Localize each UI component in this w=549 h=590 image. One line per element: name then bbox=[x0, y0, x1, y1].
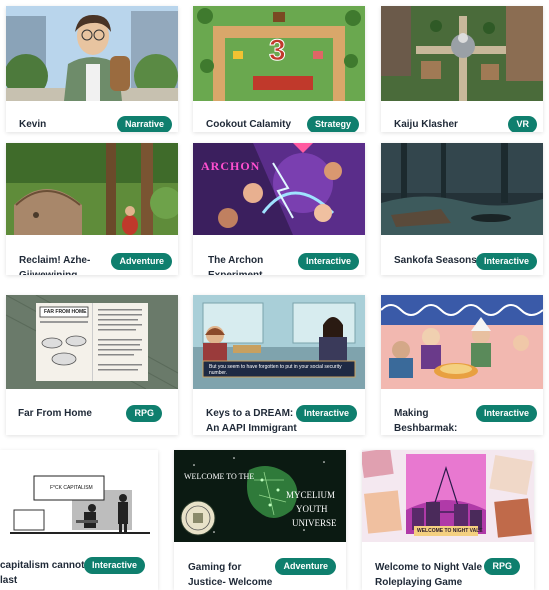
genre-badge[interactable]: Narrative bbox=[116, 116, 172, 132]
thumbnail-dialog-text: But you seem to have forgotten to put in… bbox=[209, 364, 342, 376]
game-title: Reclaim! Azhe- Giiwewining bbox=[19, 255, 91, 275]
genre-badge[interactable]: Interactive bbox=[475, 405, 537, 422]
thumbnail-logo-line-2: YOUTH bbox=[296, 504, 328, 514]
genre-label: Adventure bbox=[283, 561, 328, 571]
game-thumbnail: FAR FROM HOME bbox=[6, 295, 178, 389]
game-title: Kevin bbox=[19, 119, 47, 130]
thumbnail-logo-line-1: MYCELIUM bbox=[286, 490, 335, 500]
game-card-kevin[interactable]: Kevin Narrative bbox=[6, 6, 178, 132]
genre-label: Adventure bbox=[119, 256, 164, 266]
genre-label: RPG bbox=[492, 561, 512, 571]
thumbnail-sign: F*CK CAPITALISM bbox=[50, 485, 93, 491]
game-card-kaiju-klasher[interactable]: Kaiju Klasher VR bbox=[381, 6, 543, 132]
game-title: Welcome to Night Vale Roleplaying Game bbox=[375, 562, 483, 588]
game-thumbnail bbox=[6, 143, 178, 235]
game-thumbnail bbox=[381, 6, 543, 101]
game-title: Keys to a DREAM: An AAPI Immigrant bbox=[206, 408, 297, 434]
game-card-reclaim[interactable]: Reclaim! Azhe- Giiwewining Adventure bbox=[6, 143, 178, 275]
genre-badge[interactable]: Strategy bbox=[306, 116, 359, 132]
game-card-far-from-home[interactable]: FAR FROM HOME Far From Home RPG bbox=[6, 295, 178, 435]
genre-badge[interactable]: Adventure bbox=[111, 253, 172, 270]
game-card-sankofa-seasons[interactable]: Sankofa Seasons Interactive bbox=[381, 143, 543, 275]
game-thumbnail bbox=[381, 295, 543, 389]
game-thumbnail: But you seem to have forgotten to put in… bbox=[193, 295, 365, 389]
game-card-welcome-to-night-vale[interactable]: WELCOME TO NIGHT VALE Welcome to Night V… bbox=[362, 450, 534, 590]
genre-badge[interactable]: Interactive bbox=[295, 405, 357, 422]
genre-badge[interactable]: RPG bbox=[484, 558, 520, 575]
game-title: The Archon Experiment bbox=[208, 255, 264, 275]
genre-label: Strategy bbox=[314, 119, 351, 129]
game-thumbnail: 3 bbox=[193, 6, 365, 101]
game-card-gaming-for-justice[interactable]: WELCOME TO THE MYCELIUM YOUTH UNIVERSE G… bbox=[174, 450, 346, 590]
genre-badge[interactable]: RPG bbox=[126, 405, 162, 422]
game-card-archon-experiment[interactable]: ARCHON The Archon Experiment Interactive bbox=[193, 143, 365, 275]
genre-badge[interactable]: Interactive bbox=[297, 253, 359, 270]
game-title: Cookout Calamity bbox=[206, 119, 292, 130]
game-title: Making Beshbarmak: bbox=[394, 408, 458, 434]
game-card-capitalism-cannot-last[interactable]: F*CK CAPITALISM capitalism cannot last I… bbox=[0, 450, 158, 590]
genre-badge[interactable]: Interactive bbox=[83, 557, 145, 574]
genre-label: RPG bbox=[134, 408, 154, 418]
game-title: capitalism cannot last bbox=[0, 560, 85, 586]
game-thumbnail: WELCOME TO THE MYCELIUM YOUTH UNIVERSE bbox=[174, 450, 346, 542]
genre-label: Interactive bbox=[483, 408, 529, 418]
game-title: Sankofa Seasons bbox=[394, 255, 477, 266]
game-card-making-beshbarmak[interactable]: Making Beshbarmak: Interactive bbox=[381, 295, 543, 435]
game-thumbnail bbox=[381, 143, 543, 235]
thumbnail-heading: FAR FROM HOME bbox=[44, 309, 87, 315]
genre-label: Interactive bbox=[91, 560, 137, 570]
genre-badge[interactable]: Interactive bbox=[475, 253, 537, 270]
genre-label: Interactive bbox=[303, 408, 349, 418]
genre-label: VR bbox=[516, 119, 529, 129]
game-thumbnail bbox=[6, 6, 178, 101]
game-thumbnail: WELCOME TO NIGHT VALE bbox=[362, 450, 534, 542]
thumbnail-countdown: 3 bbox=[269, 34, 287, 68]
thumbnail-logo: ARCHON bbox=[201, 159, 261, 173]
genre-badge[interactable]: Adventure bbox=[275, 558, 336, 575]
game-title: Gaming for Justice- Welcome bbox=[188, 562, 273, 588]
game-card-keys-to-a-dream[interactable]: But you seem to have forgotten to put in… bbox=[193, 295, 365, 435]
genre-label: Interactive bbox=[483, 256, 529, 266]
game-card-cookout-calamity[interactable]: 3 Cookout Calamity Strategy bbox=[193, 6, 365, 132]
game-title: Far From Home bbox=[18, 408, 92, 419]
game-thumbnail: ARCHON bbox=[193, 143, 365, 235]
genre-badge[interactable]: VR bbox=[508, 116, 537, 132]
thumbnail-banner: WELCOME TO NIGHT VALE bbox=[417, 528, 483, 534]
game-thumbnail: F*CK CAPITALISM bbox=[0, 450, 158, 540]
game-title: Kaiju Klasher bbox=[394, 119, 458, 130]
thumbnail-logo-line-3: UNIVERSE bbox=[292, 518, 337, 528]
thumbnail-welcome: WELCOME TO THE bbox=[184, 472, 255, 481]
genre-label: Interactive bbox=[305, 256, 351, 266]
genre-label: Narrative bbox=[124, 119, 164, 129]
